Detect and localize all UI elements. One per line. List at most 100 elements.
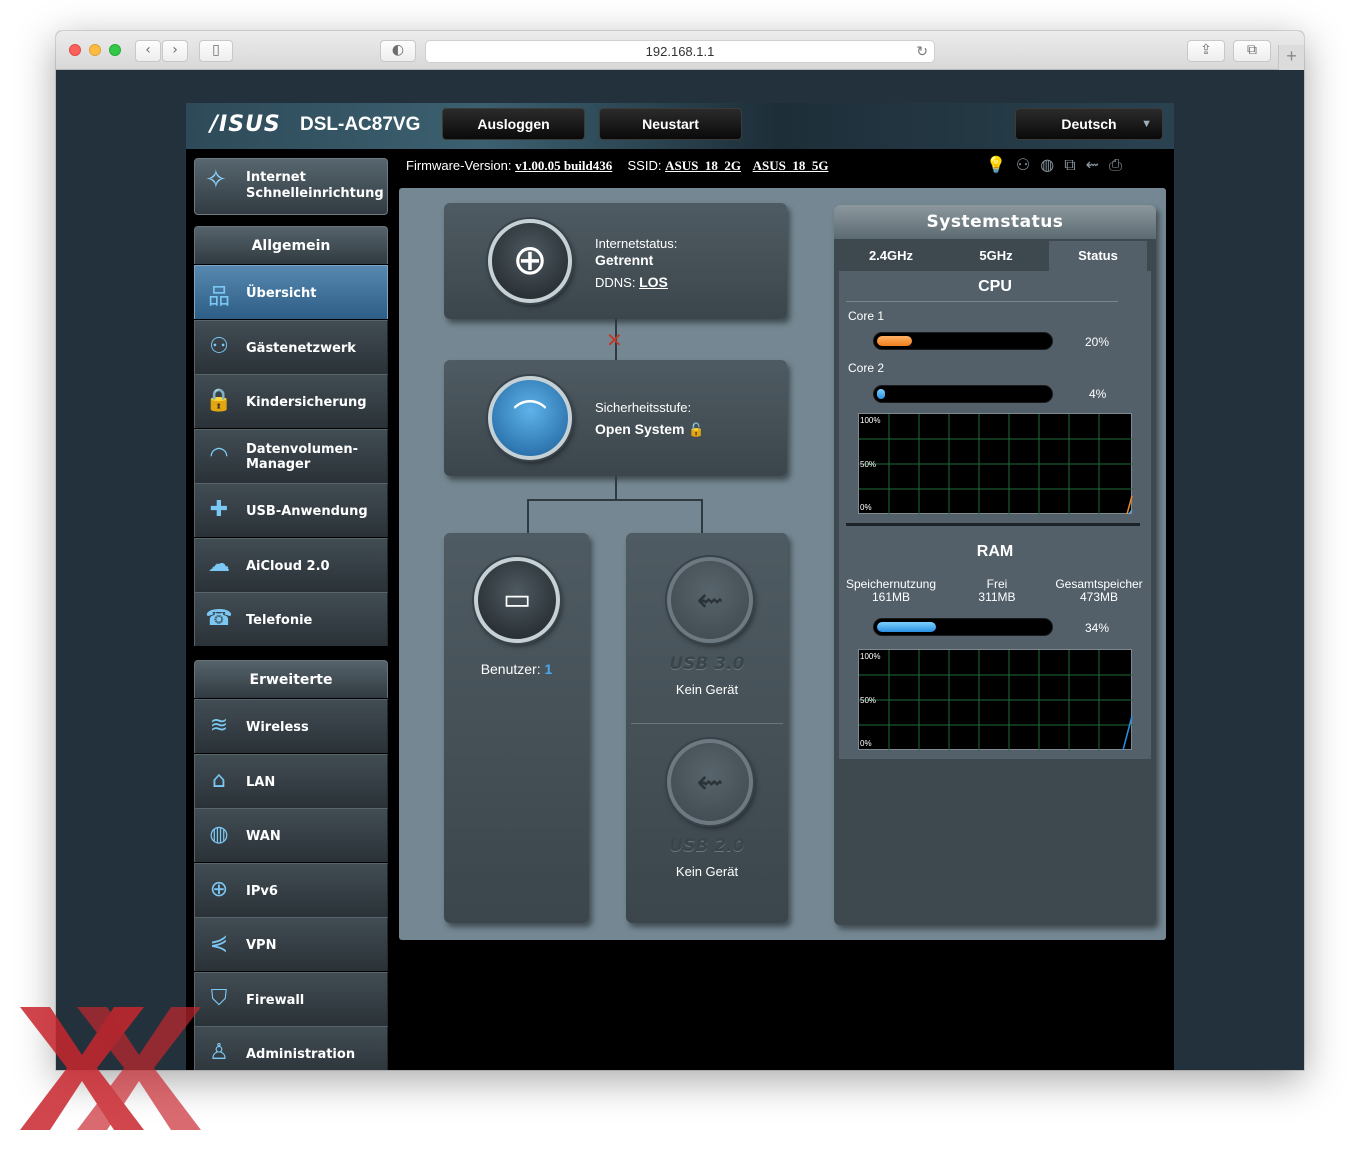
usb-icon[interactable]: ⇜	[667, 739, 753, 825]
top-banner: /ISUS DSL-AC87VG Ausloggen Neustart Deut…	[186, 103, 1174, 149]
usb-status-icon[interactable]: ⇜	[1086, 155, 1109, 174]
sidebar-item-guest-network[interactable]: ⚇ Gästenetzwerk	[194, 320, 388, 374]
tab-5ghz[interactable]: 5GHz	[946, 241, 1046, 271]
sidebar-item-label: VPN	[246, 937, 277, 953]
ram-usage-graph: 100% 50% 0%	[858, 649, 1133, 751]
core1-usage-fill	[877, 336, 912, 346]
language-select[interactable]: Deutsch ▼	[1015, 108, 1163, 140]
sidebar-item-aicloud[interactable]: ☁ AiCloud 2.0	[194, 538, 388, 592]
cpu-graph-grid	[859, 414, 1133, 515]
graph-label-50: 50%	[860, 460, 877, 469]
clients-count[interactable]: 1	[545, 661, 553, 677]
sidebar-item-ipv6[interactable]: ⊕ IPv6	[194, 863, 388, 917]
address-bar[interactable]: 192.168.1.1 ↻	[425, 40, 935, 63]
clients-icon[interactable]: ⚇	[1016, 155, 1040, 174]
magic-wand-icon: ✧	[205, 165, 227, 195]
globe-status-icon[interactable]: ◍	[1040, 155, 1064, 174]
ram-usage-fill	[877, 622, 936, 632]
quick-internet-setup-button[interactable]: ✧ Internet Schnelleinrichtung	[194, 158, 388, 215]
firmware-link[interactable]: v1.00.05 build436	[515, 158, 612, 173]
sidebar-item-traffic-manager[interactable]: ◠ Datenvolumen- Manager	[194, 429, 388, 483]
cpu-title-underline	[846, 301, 1118, 302]
clients-label: Benutzer:	[480, 661, 541, 677]
network-status-icon[interactable]: ⧉	[1064, 155, 1085, 174]
usb-icon[interactable]: ⇜	[667, 557, 753, 643]
usb20-status: Kein Gerät	[675, 864, 739, 879]
zoom-window-button[interactable]	[109, 44, 121, 56]
shield-icon: ⛉	[210, 986, 228, 1011]
sidebar-icon: ▯	[212, 42, 220, 58]
ssid-2g-link[interactable]: ASUS_18_2G	[665, 158, 741, 173]
globe-icon[interactable]: ⊕	[488, 219, 572, 303]
tabs-icon: ⧉	[1247, 42, 1257, 58]
sidebar-item-usb-application[interactable]: ✚ USB-Anwendung	[194, 483, 388, 537]
qis-label-line2: Schnelleinrichtung	[246, 186, 384, 201]
graph-label-50: 50%	[860, 696, 877, 705]
tab-status[interactable]: Status	[1049, 241, 1147, 271]
watermark-logo	[20, 1007, 201, 1130]
model-name: DSL-AC87VG	[300, 114, 421, 135]
ssid-5g-link[interactable]: ASUS_18_5G	[753, 158, 829, 173]
minimize-window-button[interactable]	[89, 44, 101, 56]
sidebar-item-administration[interactable]: ♙ Administration	[194, 1026, 388, 1070]
computer-icon[interactable]: ▭	[474, 557, 560, 643]
reader-button[interactable]: ◐	[380, 40, 416, 62]
system-status-panel: Systemstatus 2.4GHz 5GHz Status CPU Core…	[834, 205, 1156, 925]
internet-card[interactable]: ⊕ Internetstatus: Getrennt DDNS: LOS	[444, 203, 787, 319]
wifi-icon: ≋	[209, 713, 229, 738]
new-tab-button[interactable]: +	[1278, 45, 1304, 70]
core2-usage-bar	[873, 385, 1053, 403]
qis-label-line1: Internet	[246, 170, 306, 185]
share-button[interactable]: ⇪	[1187, 40, 1225, 62]
plus-icon: +	[1286, 46, 1297, 66]
sidebar-item-firewall[interactable]: ⛉ Firewall	[194, 972, 388, 1026]
notification-bulb-icon[interactable]: 💡	[986, 155, 1016, 174]
core1-label: Core 1	[848, 309, 885, 323]
reboot-button[interactable]: Neustart	[599, 108, 742, 140]
browser-toolbar: ‹ › ▯ ◐ 192.168.1.1 ↻ ⇪ ⧉ +	[56, 31, 1304, 70]
chevron-right-icon: ›	[172, 42, 178, 58]
ipv6-icon: ⊕	[209, 877, 229, 902]
usb-card: ⇜ USB 3.0 Kein Gerät ⇜ USB 2.0 Kein Gerä…	[626, 533, 788, 923]
sidebar-item-wireless[interactable]: ≋ Wireless	[194, 699, 388, 753]
reload-icon[interactable]: ↻	[916, 41, 928, 62]
logout-button[interactable]: Ausloggen	[442, 108, 585, 140]
cloud-icon: ☁	[208, 552, 230, 577]
sidebar-item-telephony[interactable]: ☎ Telefonie	[194, 592, 388, 646]
tab-2-4ghz[interactable]: 2.4GHz	[841, 241, 941, 271]
router-ui: /ISUS DSL-AC87VG Ausloggen Neustart Deut…	[186, 103, 1174, 1070]
sidebar-item-vpn[interactable]: ⋞ VPN	[194, 917, 388, 971]
clients-card[interactable]: ▭ Benutzer: 1	[444, 533, 589, 923]
sidebar-item-overview[interactable]: 品 Übersicht	[194, 265, 388, 319]
sidebar-item-parental-control[interactable]: 🔒 Kindersicherung	[194, 374, 388, 428]
ddns-link[interactable]: LOS	[639, 274, 668, 290]
usb30-status: Kein Gerät	[675, 682, 739, 697]
core1-usage-bar	[873, 332, 1053, 350]
general-heading: Allgemein	[194, 226, 388, 264]
sidebar-item-label: Telefonie	[246, 612, 313, 628]
router-card[interactable]: ⌒ Sicherheitsstufe: Open System 🔓	[444, 360, 787, 476]
forward-button[interactable]: ›	[162, 40, 188, 62]
usb-divider	[631, 723, 783, 724]
internet-status-value: Getrennt	[595, 252, 654, 268]
network-map-icon: 品	[207, 285, 230, 310]
vpn-icon: ⋞	[209, 931, 229, 956]
connector-line	[527, 499, 703, 501]
sidebar-item-label: Kindersicherung	[246, 394, 367, 410]
core2-percent: 4%	[1089, 387, 1107, 401]
sidebar-item-label: Administration	[246, 1046, 356, 1062]
printer-status-icon[interactable]: ⎙	[1109, 155, 1132, 174]
usb30-label: USB 3.0	[669, 654, 745, 674]
close-window-button[interactable]	[69, 44, 81, 56]
back-button[interactable]: ‹	[135, 40, 161, 62]
sidebar-item-label: Wireless	[246, 719, 309, 735]
asus-logo: /ISUS	[210, 112, 281, 137]
sidebar-item-wan[interactable]: ◍ WAN	[194, 808, 388, 862]
tabs-overview-button[interactable]: ⧉	[1233, 40, 1271, 62]
sidebar-item-lan[interactable]: ⌂ LAN	[194, 754, 388, 808]
router-icon[interactable]: ⌒	[488, 376, 572, 460]
phone-icon: ☎	[205, 606, 233, 631]
connector-line	[615, 476, 617, 500]
sidebar-item-label: WAN	[246, 828, 281, 844]
sidebar-toggle-button[interactable]: ▯	[199, 40, 233, 62]
